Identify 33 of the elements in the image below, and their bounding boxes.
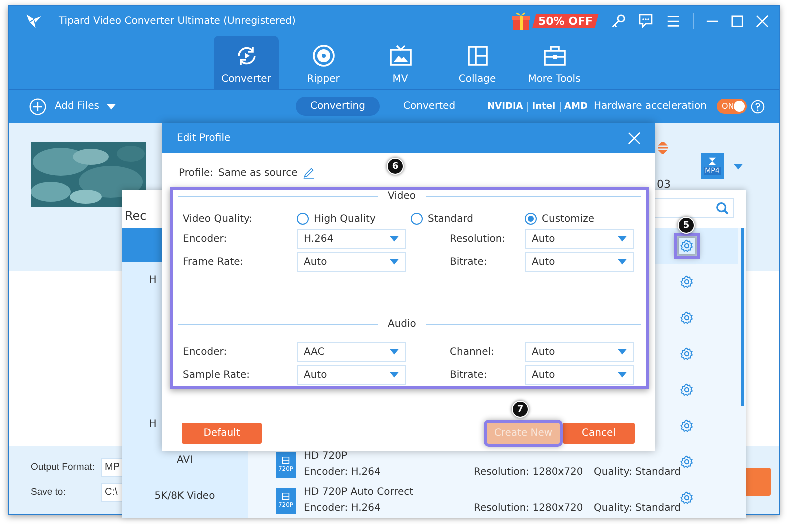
profile-encoder: Encoder: H.264	[304, 467, 382, 478]
gpu-label: NVIDIA	[488, 102, 524, 112]
field-label: Channel:	[450, 346, 496, 358]
step-badge: 5	[678, 217, 695, 234]
profile-label: Profile:	[179, 168, 214, 178]
profile-name: HD 720P Auto Correct	[304, 487, 415, 498]
field-label: Encoder:	[183, 234, 228, 244]
output-format-label: Output Format:	[31, 462, 96, 473]
field-label: Frame Rate:	[183, 256, 245, 268]
section-heading: Audio	[388, 318, 416, 330]
profile-quality: Quality: Standard	[594, 467, 682, 478]
step-badge: 6	[387, 158, 404, 175]
hardware-acceleration-label: Hardware acceleration	[594, 101, 707, 112]
field-label: Sample Rate:	[183, 370, 251, 380]
gpu-label: Intel	[532, 102, 556, 112]
duration-text: 03	[657, 178, 671, 191]
window-title: Tipard Video Converter Ultimate (Unregistered)	[59, 16, 296, 26]
profile-name: HD 720P	[304, 451, 349, 462]
profile-resolution: Resolution: 1280x720	[474, 467, 584, 478]
field-label: Bitrate:	[450, 256, 488, 268]
profile-resolution: Resolution: 1280x720	[474, 503, 584, 514]
gpu-label: AMD	[564, 102, 588, 112]
profile-quality: Quality: Standard	[594, 503, 682, 514]
field-label: Bitrate:	[450, 370, 488, 380]
section-heading: Video	[388, 190, 416, 202]
dialog-title: Edit Profile	[177, 132, 231, 144]
field-label: Resolution:	[450, 234, 507, 244]
step-badge: 7	[512, 401, 529, 418]
profile-encoder: Encoder: H.264	[304, 503, 382, 514]
save-to-label: Save to:	[31, 487, 67, 498]
field-label: Encoder:	[183, 346, 228, 358]
profile-value: Same as source	[218, 168, 298, 178]
field-label: Video Quality:	[183, 214, 254, 224]
